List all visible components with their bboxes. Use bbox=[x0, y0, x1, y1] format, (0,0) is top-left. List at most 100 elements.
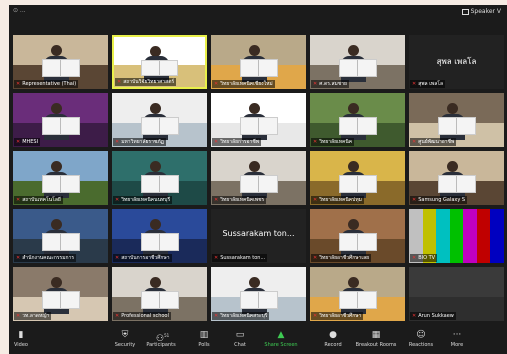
participant-name: วิทยาลัยเทคนิค bbox=[319, 139, 353, 145]
participants-button[interactable]: ⚇51 Participants bbox=[141, 331, 181, 348]
participant-tile[interactable]: ✕ วิทยาลัยเทคนิคสระบุรี bbox=[211, 267, 306, 321]
signed-document bbox=[41, 175, 80, 193]
participant-tile[interactable]: ✕ วิทยาลัยเทคนิคเชียงใหม่ bbox=[211, 35, 306, 89]
participant-tile[interactable]: ✕ Arun Sukkaew bbox=[409, 267, 504, 321]
participant-name: Representative (Thai) bbox=[22, 81, 77, 87]
participant-head bbox=[249, 102, 260, 114]
reactions-button[interactable]: ☺ Reactions bbox=[401, 330, 441, 349]
muted-mic-icon: ✕ bbox=[214, 197, 219, 203]
bar-chart-icon: ▥ bbox=[199, 330, 209, 340]
participant-name: สถาบันเทคโนโลยี bbox=[22, 197, 61, 203]
signed-document bbox=[239, 175, 278, 193]
participant-tile[interactable]: ✕ สถาบันเทคโนโลยี bbox=[13, 151, 108, 205]
signed-document bbox=[140, 117, 179, 135]
muted-mic-icon: ✕ bbox=[412, 81, 417, 87]
participant-tile[interactable]: ✕ ศูนย์พัฒนาอาชีพ bbox=[409, 93, 504, 147]
participant-head bbox=[348, 102, 359, 114]
video-button[interactable]: ▮ Video bbox=[9, 330, 41, 349]
signed-document bbox=[140, 175, 179, 193]
record-button[interactable]: ● Record bbox=[313, 331, 353, 349]
participant-head bbox=[249, 44, 260, 56]
participant-head bbox=[348, 218, 359, 230]
participant-head bbox=[348, 276, 359, 288]
participant-tile[interactable]: ✕ วิทยาลัยอาชีวศึกษาเลย bbox=[310, 209, 405, 263]
participant-display-name: สุพล เพลโล bbox=[436, 57, 477, 66]
muted-mic-icon: ✕ bbox=[16, 313, 21, 319]
participant-name: วิทยาลัยเทคนิคปทุม bbox=[319, 197, 362, 203]
signed-document bbox=[338, 291, 377, 309]
participant-tile[interactable]: ✕ สถาบันวิจัยวิทยาศาสตร์ bbox=[112, 35, 207, 89]
speaker-view-button[interactable]: Speaker V bbox=[461, 6, 501, 17]
participant-tile[interactable]: ✕ BIO TV bbox=[409, 209, 504, 263]
signed-document bbox=[140, 233, 179, 251]
participant-head bbox=[51, 44, 62, 56]
chat-button[interactable]: ▭ Chat bbox=[220, 331, 260, 349]
people-icon: ⚇51 bbox=[156, 333, 170, 344]
speaker-view-label: Speaker V bbox=[470, 8, 501, 15]
signed-document bbox=[41, 291, 80, 309]
participant-tile[interactable]: ✕ Representative (Thai) bbox=[13, 35, 108, 89]
muted-mic-icon: ✕ bbox=[313, 313, 318, 319]
participant-tile[interactable]: ✕ Samsung Galaxy S bbox=[409, 151, 504, 205]
participant-name-label: ✕ วิทยาลัยเทคนิคเชียงใหม่ bbox=[212, 80, 275, 88]
participant-tile[interactable]: ✕ Professional school bbox=[112, 267, 207, 321]
signed-document bbox=[338, 233, 377, 251]
muted-mic-icon: ✕ bbox=[412, 197, 417, 203]
participant-name-label: ✕ ศูนย์พัฒนาอาชีพ bbox=[410, 138, 457, 146]
more-button[interactable]: ··· More bbox=[437, 331, 477, 349]
participant-tile[interactable]: ✕ สำนักงานคณะกรรมการ bbox=[13, 209, 108, 263]
security-button[interactable]: ⛨ Security bbox=[105, 331, 145, 349]
participant-tile[interactable]: ✕ วท.ลาดหญ้า bbox=[13, 267, 108, 321]
participant-head bbox=[447, 160, 458, 172]
participant-head bbox=[51, 160, 62, 172]
participant-name: สถาบันวิจัยวิทยาศาสตร์ bbox=[123, 79, 175, 85]
muted-mic-icon: ✕ bbox=[313, 197, 318, 203]
participant-tile[interactable]: สุพล เพลโล ✕ สุพล เพลโล bbox=[409, 35, 504, 89]
muted-mic-icon: ✕ bbox=[313, 255, 318, 261]
participant-tile[interactable]: ✕ วิทยาลัยอาชีวศึกษา bbox=[310, 267, 405, 321]
signed-document bbox=[140, 291, 179, 309]
polls-button[interactable]: ▥ Polls bbox=[184, 330, 224, 349]
signed-document bbox=[239, 59, 278, 77]
participant-tile[interactable]: ✕ วิทยาลัยเทคนิค bbox=[310, 93, 405, 147]
participant-tile[interactable]: ✕ MHESI bbox=[13, 93, 108, 147]
zoom-window: ⊙ ... Speaker V ✕ Representative (Thai) ✕ ส… bbox=[9, 5, 507, 354]
participant-name: วิทยาลัยเทคนิคเชียงใหม่ bbox=[220, 81, 273, 87]
participant-name-label: ✕ วิทยาลัยเทคนิคสระบุรี bbox=[212, 312, 270, 320]
muted-mic-icon: ✕ bbox=[115, 313, 120, 319]
video-camera-icon: ▮ bbox=[18, 330, 24, 340]
participant-tile[interactable]: Sussarakam ton... ✕ Sussarakam ton... bbox=[211, 209, 306, 263]
participant-tile[interactable]: ✕ วิทยาลัยการอาชีพ bbox=[211, 93, 306, 147]
muted-mic-icon: ✕ bbox=[214, 81, 219, 87]
participant-head bbox=[150, 218, 161, 230]
breakout-rooms-icon: ▦ bbox=[371, 330, 381, 340]
tile-background bbox=[409, 267, 504, 297]
participant-name: วิทยาลัยเทคนิคเพชร bbox=[220, 197, 265, 203]
participant-head bbox=[150, 276, 161, 288]
breakout-rooms-button[interactable]: ▦ Breakout Rooms bbox=[353, 330, 399, 349]
participant-tile[interactable]: ✕ มหาวิทยาลัยราชภัฏ bbox=[112, 93, 207, 147]
share-screen-button[interactable]: ▲ Share Screen bbox=[261, 331, 301, 349]
participant-name: Samsung Galaxy S bbox=[418, 197, 466, 203]
signed-document bbox=[239, 291, 278, 309]
muted-mic-icon: ✕ bbox=[313, 81, 318, 87]
participant-name-label: ✕ ศ.ดร.สมชาย bbox=[311, 80, 349, 88]
participant-tile[interactable]: ✕ วิทยาลัยเทคนิคปทุม bbox=[310, 151, 405, 205]
participant-name-label: ✕ วิทยาลัยอาชีวศึกษาเลย bbox=[311, 254, 372, 262]
participant-tile[interactable]: ✕ ศ.ดร.สมชาย bbox=[310, 35, 405, 89]
participant-tile[interactable]: ✕ วิทยาลัยเทคนิคเพชร bbox=[211, 151, 306, 205]
participant-name: สุพล เพลโล bbox=[418, 81, 444, 87]
participant-name-label: ✕ วิทยาลัยอาชีวศึกษา bbox=[311, 312, 364, 320]
signed-document bbox=[41, 233, 80, 251]
muted-mic-icon: ✕ bbox=[16, 255, 21, 261]
window-controls[interactable]: ⊙ ... bbox=[13, 7, 26, 14]
smiley-icon: ☺ bbox=[416, 330, 426, 340]
participant-tile[interactable]: ✕ สถาบันการอาชีวศึกษา bbox=[112, 209, 207, 263]
participant-tile[interactable]: ✕ วิทยาลัยเทคนิคนนทบุรี bbox=[112, 151, 207, 205]
grid-icon bbox=[461, 8, 469, 15]
participant-name-label: ✕ วิทยาลัยเทคนิคนนทบุรี bbox=[113, 196, 173, 204]
participant-name: มหาวิทยาลัยราชภัฏ bbox=[121, 139, 164, 145]
participant-name-label: ✕ สถาบันเทคโนโลยี bbox=[14, 196, 63, 204]
muted-mic-icon: ✕ bbox=[16, 197, 21, 203]
participant-head bbox=[249, 276, 260, 288]
